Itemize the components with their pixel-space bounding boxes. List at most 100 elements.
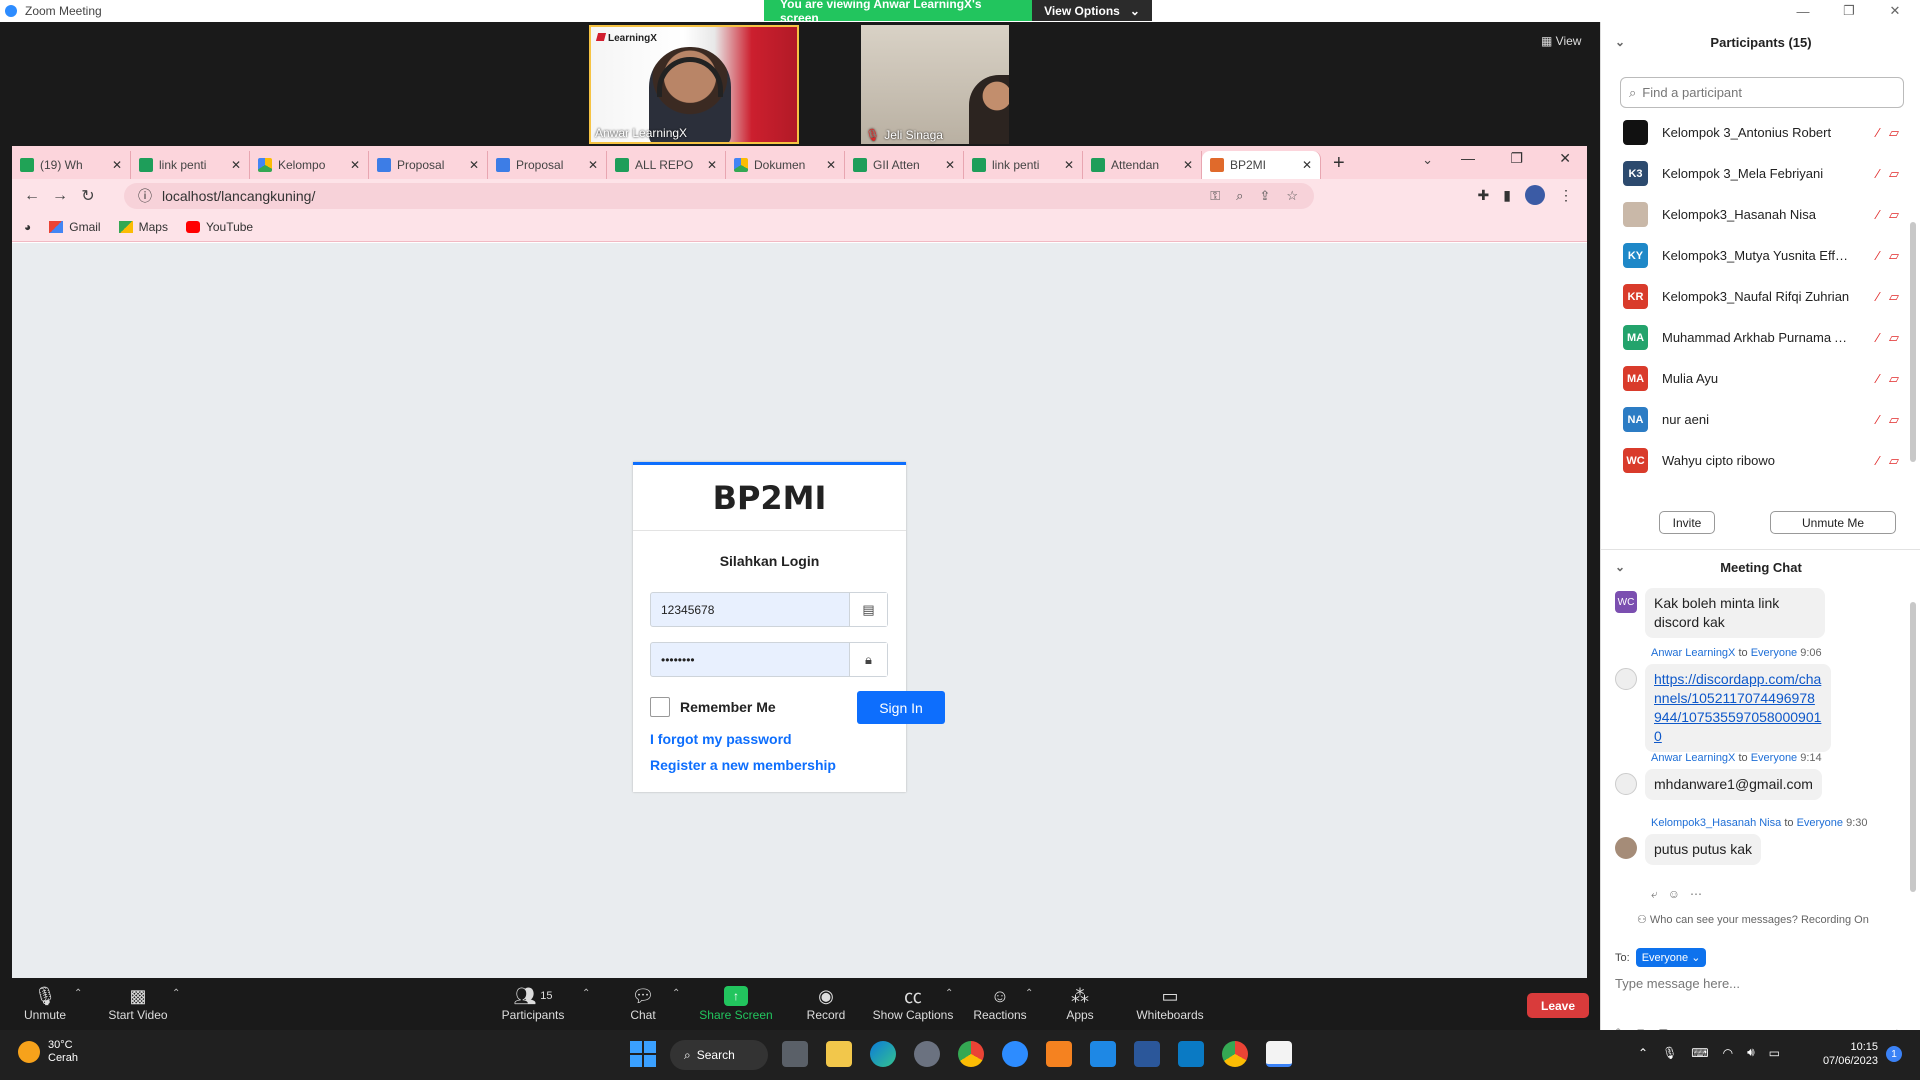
mic-off-icon[interactable]: ⁄ [1877,330,1879,346]
discord-link[interactable]: https://discordapp.com/channels/10521170… [1654,671,1821,744]
participant-row[interactable]: Kelompok 3_Antonius Robert ⁄ ▱ [1601,112,1920,153]
who-can-see[interactable]: ⚇ Who can see your messages? Recording O… [1637,913,1869,926]
share-icon[interactable]: ⇪ [1259,188,1270,204]
share-screen-button[interactable]: ↑ Share Screen [691,984,781,1022]
new-tab-icon[interactable]: + [1333,152,1345,175]
remember-checkbox[interactable] [650,697,670,717]
sidepanel-icon[interactable]: ▮ [1503,187,1511,204]
volume-icon[interactable]: 🔊︎ [1747,1045,1755,1060]
taskbar-search[interactable]: ⌕ Search [670,1040,768,1070]
apps-icon[interactable]: ◕ [24,220,31,234]
participants-button[interactable]: 👥︎ 15 Participants [488,984,578,1023]
vscode-icon[interactable] [1178,1041,1204,1067]
participant-row[interactable]: WC Wahyu cipto ribowo ⁄ ▱ [1601,440,1920,481]
forgot-password-link[interactable]: I forgot my password [650,731,792,747]
chevron-up-icon[interactable]: ⌃ [582,988,590,999]
chat-input[interactable]: Type message here... [1615,976,1740,991]
video-off-icon[interactable]: ▱ [1889,371,1899,387]
reload-icon[interactable]: ↻ [74,186,102,206]
video-off-icon[interactable]: ▱ [1889,412,1899,428]
browser-tab-active[interactable]: BP2MI ✕ [1202,151,1321,179]
back-icon[interactable]: ← [18,187,46,205]
star-icon[interactable]: ☆ [1286,188,1298,204]
restore-icon[interactable]: ❐ [1826,0,1872,22]
participant-row[interactable]: Kelompok3_Hasanah Nisa ⁄ ▱ [1601,194,1920,235]
chrome-profile-icon[interactable] [1222,1041,1248,1067]
snipping-tool-icon[interactable] [1266,1041,1292,1067]
invite-button[interactable]: Invite [1659,511,1715,534]
zoom-icon[interactable]: ⌕ [1236,188,1243,204]
participant-row[interactable]: KR Kelompok3_Naufal Rifqi Zuhrian ⁄ ▱ [1601,276,1920,317]
close-icon[interactable]: ✕ [826,158,836,172]
browser-tab[interactable]: Proposal ✕ [369,151,488,179]
password-input[interactable] [651,643,849,676]
bookmark-maps[interactable]: Maps [118,220,168,234]
word-icon[interactable] [1134,1041,1160,1067]
start-video-button[interactable]: ▩ Start Video [93,984,183,1023]
windows-start-icon[interactable] [630,1041,656,1067]
chevron-up-icon[interactable]: ⌃ [172,988,180,999]
bookmark-youtube[interactable]: YouTube [185,220,253,234]
browser-tab[interactable]: link penti ✕ [964,151,1083,179]
url-bar[interactable]: ⓘ localhost/lancangkuning/ ⚿ ⌕ ⇪ ☆ [124,183,1314,209]
mic-off-icon[interactable]: ⁄ [1877,371,1879,387]
browser-tab[interactable]: Proposal ✕ [488,151,607,179]
chrome-icon[interactable] [958,1041,984,1067]
record-button[interactable]: ◉ Record [781,984,871,1023]
participant-row[interactable]: NA nur aeni ⁄ ▱ [1601,399,1920,440]
video-off-icon[interactable]: ▱ [1889,125,1899,141]
clock[interactable]: 10:15 07/06/2023 [1810,1040,1878,1068]
notification-badge[interactable]: 1 [1886,1046,1902,1062]
browser-tab[interactable]: Dokumen ✕ [726,151,845,179]
browser-tab[interactable]: ALL REPO ✕ [607,151,726,179]
microphone-icon[interactable]: 🎙︎ [1662,1046,1677,1060]
video-off-icon[interactable]: ▱ [1889,330,1899,346]
remember-me[interactable]: Remember Me [650,697,776,717]
menu-icon[interactable]: ⋮ [1559,187,1573,204]
participant-row[interactable]: MA Muhammad Arkhab Purnama A... ⁄ ▱ [1601,317,1920,358]
video-tile-anwar[interactable]: LearningX Anwar LearningX [589,25,799,144]
more-icon[interactable]: ⋯ [1690,887,1702,902]
view-options-button[interactable]: View Options ⌄ [1032,0,1152,21]
weather-widget[interactable]: 30°C Cerah [18,1039,78,1065]
zoom-app-icon[interactable] [1002,1041,1028,1067]
leave-button[interactable]: Leave [1527,993,1589,1018]
chevron-down-icon[interactable]: ⌄ [1422,152,1433,168]
settings-icon[interactable] [914,1041,940,1067]
browser-tab[interactable]: Kelompo ✕ [250,151,369,179]
bookmark-gmail[interactable]: Gmail [49,220,101,234]
file-explorer-icon[interactable] [826,1041,852,1067]
recipient-select[interactable]: Everyone ⌄ [1635,948,1707,967]
wifi-icon[interactable]: ◠ [1723,1046,1733,1060]
emoji-icon[interactable]: ☺ [1668,887,1680,902]
video-tile-jeli[interactable]: 🎙 Jeli Sinaga [861,25,1009,144]
task-view-icon[interactable] [782,1041,808,1067]
puzzle-icon[interactable]: ✚ [1478,187,1490,204]
keyboard-icon[interactable]: ⌨ [1691,1046,1708,1060]
video-off-icon[interactable]: ▱ [1889,207,1899,223]
video-off-icon[interactable]: ▱ [1889,289,1899,305]
reply-icon[interactable]: ⤶ [1651,887,1658,902]
close-icon[interactable]: ✕ [1064,158,1074,172]
video-off-icon[interactable]: ▱ [1889,166,1899,182]
close-icon[interactable]: ✕ [231,158,241,172]
browser-tab[interactable]: link penti ✕ [131,151,250,179]
participant-row[interactable]: KY Kelompok3_Mutya Yusnita Effe... ⁄ ▱ [1601,235,1920,276]
mic-off-icon[interactable]: ⁄ [1877,125,1879,141]
forward-icon[interactable]: → [46,187,74,205]
chevron-up-icon[interactable]: ⌃ [945,988,953,999]
key-icon[interactable]: ⚿ [1210,188,1220,204]
chevron-up-icon[interactable]: ⌃ [1025,988,1033,999]
close-icon[interactable]: ✕ [588,158,598,172]
video-off-icon[interactable]: ▱ [1889,248,1899,264]
chevron-up-icon[interactable]: ⌃ [672,988,680,999]
close-icon[interactable]: ✕ [1559,150,1571,167]
participants-scrollbar[interactable] [1910,222,1916,462]
close-icon[interactable]: ✕ [1872,0,1918,22]
participant-search[interactable]: ⌕ Find a participant [1620,77,1904,108]
close-icon[interactable]: ✕ [707,158,717,172]
participant-row[interactable]: K3 Kelompok 3_Mela Febriyani ⁄ ▱ [1601,153,1920,194]
view-button[interactable]: ▦ View [1541,34,1581,48]
mic-off-icon[interactable]: ⁄ [1877,207,1879,223]
mic-off-icon[interactable]: ⁄ [1877,289,1879,305]
